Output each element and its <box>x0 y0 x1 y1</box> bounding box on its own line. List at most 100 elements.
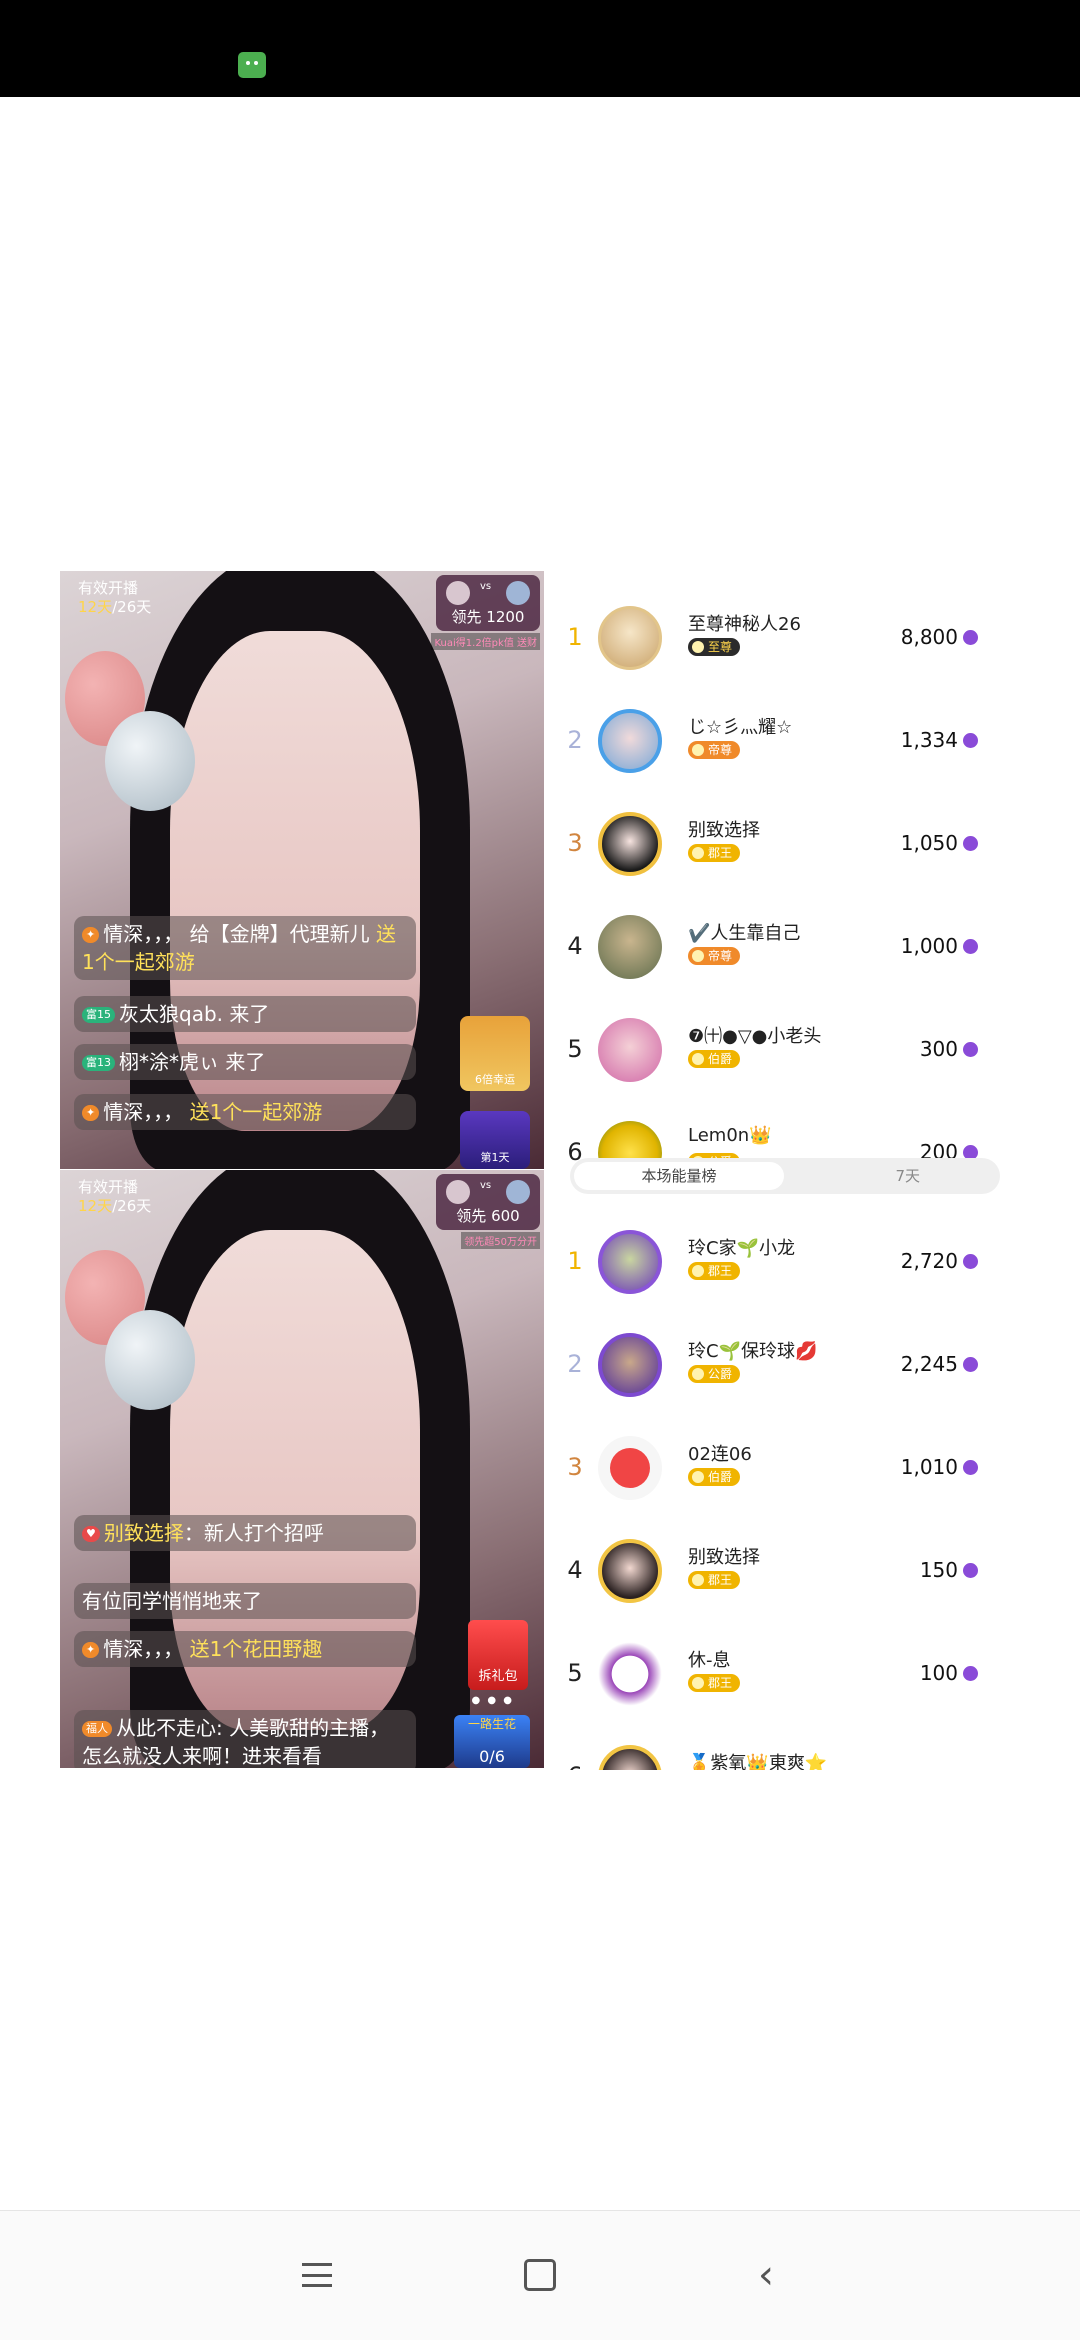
home-icon[interactable] <box>510 2245 570 2305</box>
avatar[interactable] <box>598 1539 662 1603</box>
live-stream-preview-2[interactable]: 有效开播 12天/26天 vs 领先 600 领先超50万分开 ♥ 别致选择：新人… <box>60 1170 544 1768</box>
rank-badge: 公爵 <box>688 1365 741 1383</box>
chat-message: ✦ 情深，，， 给【金牌】代理新儿 送1个一起郊游 <box>74 916 416 980</box>
coin-icon <box>963 1666 978 1681</box>
avatar[interactable] <box>598 1333 662 1397</box>
list-item[interactable]: 6 Lem0n👑 公爵 200 <box>548 1101 1008 1166</box>
promo-label: 6倍幸运 <box>475 1073 515 1086</box>
user-level-tag: ✦ <box>82 927 100 943</box>
chat-message: ✦ 情深，，， 送1个一起郊游 <box>74 1094 416 1130</box>
days-total: /26天 <box>112 1197 152 1215</box>
lucky-promo-badge[interactable]: 6倍幸运 <box>460 1016 530 1091</box>
rank-number: 3 <box>567 829 583 857</box>
pk-lead-score: 领先 1200 <box>451 608 525 626</box>
avatar <box>446 581 470 605</box>
energy-score: 200 <box>919 1140 958 1164</box>
energy-score: 1,010 <box>900 1455 958 1479</box>
energy-score: 300 <box>919 1037 958 1061</box>
carousel-dots: ● ● ● <box>471 1695 514 1706</box>
flower-promo-badge[interactable]: 一路生花 0/6 <box>454 1715 530 1768</box>
pk-subtitle: Kuai得1.2倍pk值 送财 <box>431 633 540 650</box>
coin-icon <box>963 1357 978 1372</box>
coin-icon <box>963 1042 978 1057</box>
list-item[interactable]: 5 ❼㈩●▽●小老头 伯爵 300 <box>548 998 1008 1101</box>
gift-pack-button[interactable]: 拆礼包 <box>468 1620 528 1690</box>
broadcast-status: 有效开播 12天/26天 <box>78 579 151 617</box>
broadcast-status: 有效开播 12天/26天 <box>78 1178 151 1216</box>
chat-user: 别致选择 <box>103 1521 184 1545</box>
status-bar <box>0 0 1080 97</box>
chat-message: 富13 栩*涂*虎ぃ 来了 <box>74 1044 416 1080</box>
chat-highlight: 送1个花田野趣 <box>189 1637 323 1661</box>
chat-text: 从此不走心: 人美歌甜的主播，怎么就没人来啊！进来看看 <box>82 1716 390 1768</box>
vs-label: vs <box>480 1180 492 1191</box>
rank-badge: 郡王 <box>688 1571 741 1589</box>
avatar[interactable] <box>598 1745 662 1770</box>
leaderboard-tabs: 本场能量榜 7天 <box>570 1158 1000 1194</box>
list-item[interactable]: 5 休-息 郡王 100 <box>548 1622 1008 1725</box>
effective-broadcast-label: 有效开播 <box>78 1178 139 1196</box>
energy-score: 150 <box>919 1558 958 1582</box>
avatar[interactable] <box>598 915 662 979</box>
list-item[interactable]: 2 じ☆彡灬耀☆ 帝尊 1,334 <box>548 689 1008 792</box>
energy-leaderboard-2: 1 玲C家🌱小龙 郡王 2,720 2 玲C🌱保玲球💋 公爵 2,245 3 0… <box>548 1210 1008 1770</box>
rank-badge: 至尊 <box>688 638 741 656</box>
tab-7-days[interactable]: 7天 <box>895 1158 920 1194</box>
rank-number: 2 <box>567 1350 583 1378</box>
rank-badge: 帝尊 <box>688 947 741 965</box>
coin-icon <box>963 733 978 748</box>
coin-icon <box>963 836 978 851</box>
days-count: 12天 <box>78 598 113 616</box>
rank-number: 5 <box>567 1659 583 1687</box>
chat-text: 灰太狼qab. 来了 <box>119 1002 270 1026</box>
energy-score: 2,720 <box>900 1249 958 1273</box>
chat-text: ：新人打个招呼 <box>183 1521 324 1545</box>
list-item[interactable]: 6 🏅紫氧👑東爽⭐ <box>548 1725 1008 1770</box>
back-icon[interactable]: ‹ <box>736 2245 796 2305</box>
coin-icon <box>963 1563 978 1578</box>
list-item[interactable]: 4 ✔️人生靠自己 帝尊 1,000 <box>548 895 1008 998</box>
user-name: 至尊神秘人26 <box>688 614 801 635</box>
tab-current-show[interactable]: 本场能量榜 <box>574 1162 784 1190</box>
user-name: 🏅紫氧👑東爽⭐ <box>688 1753 828 1770</box>
avatar[interactable] <box>598 606 662 670</box>
live-stream-preview-1[interactable]: 有效开播 12天/26天 vs 领先 1200 Kuai得1.2倍pk值 送财 … <box>60 571 544 1169</box>
balloon-decoration <box>105 711 195 811</box>
chat-text: 栩*涂*虎ぃ 来了 <box>119 1050 266 1074</box>
rank-badge: 帝尊 <box>688 741 741 759</box>
pk-status-badge[interactable]: vs 领先 1200 <box>436 575 540 631</box>
coin-icon <box>963 1460 978 1475</box>
avatar <box>446 1180 470 1204</box>
rank-number: 5 <box>567 1035 583 1063</box>
list-item[interactable]: 4 别致选择 郡王 150 <box>548 1519 1008 1622</box>
avatar[interactable] <box>598 1642 662 1706</box>
avatar[interactable] <box>598 709 662 773</box>
list-item[interactable]: 1 玲C家🌱小龙 郡王 2,720 <box>548 1210 1008 1313</box>
adventure-promo-badge[interactable]: 第1天 <box>460 1111 530 1169</box>
user-name: 别致选择 <box>688 1547 760 1568</box>
user-name: ✔️人生靠自己 <box>688 923 801 944</box>
chat-message: ♥ 别致选择：新人打个招呼 <box>74 1515 416 1551</box>
pk-status-badge[interactable]: vs 领先 600 <box>436 1174 540 1230</box>
rank-badge: 伯爵 <box>688 1050 741 1068</box>
avatar <box>506 1180 530 1204</box>
list-item[interactable]: 3 02连06 伯爵 1,010 <box>548 1416 1008 1519</box>
user-level-tag: 富15 <box>82 1007 115 1023</box>
avatar[interactable] <box>598 1230 662 1294</box>
list-item[interactable]: 1 至尊神秘人26 至尊 8,800 <box>548 586 1008 689</box>
days-count: 12天 <box>78 1197 113 1215</box>
coin-icon <box>963 1254 978 1269</box>
list-item[interactable]: 3 别致选择 郡王 1,050 <box>548 792 1008 895</box>
avatar[interactable] <box>598 1018 662 1082</box>
avatar[interactable] <box>598 1436 662 1500</box>
user-level-tag: 富13 <box>82 1055 115 1071</box>
list-item[interactable]: 2 玲C🌱保玲球💋 公爵 2,245 <box>548 1313 1008 1416</box>
menu-icon[interactable] <box>286 2245 346 2305</box>
gift-label: 拆礼包 <box>478 1669 518 1684</box>
rank-number: 2 <box>567 726 583 754</box>
pk-subtitle: 领先超50万分开 <box>461 1232 540 1249</box>
user-name: Lem0n👑 <box>688 1125 772 1146</box>
chat-highlight: 送1个一起郊游 <box>189 1100 323 1124</box>
avatar[interactable] <box>598 812 662 876</box>
vs-label: vs <box>480 581 492 592</box>
